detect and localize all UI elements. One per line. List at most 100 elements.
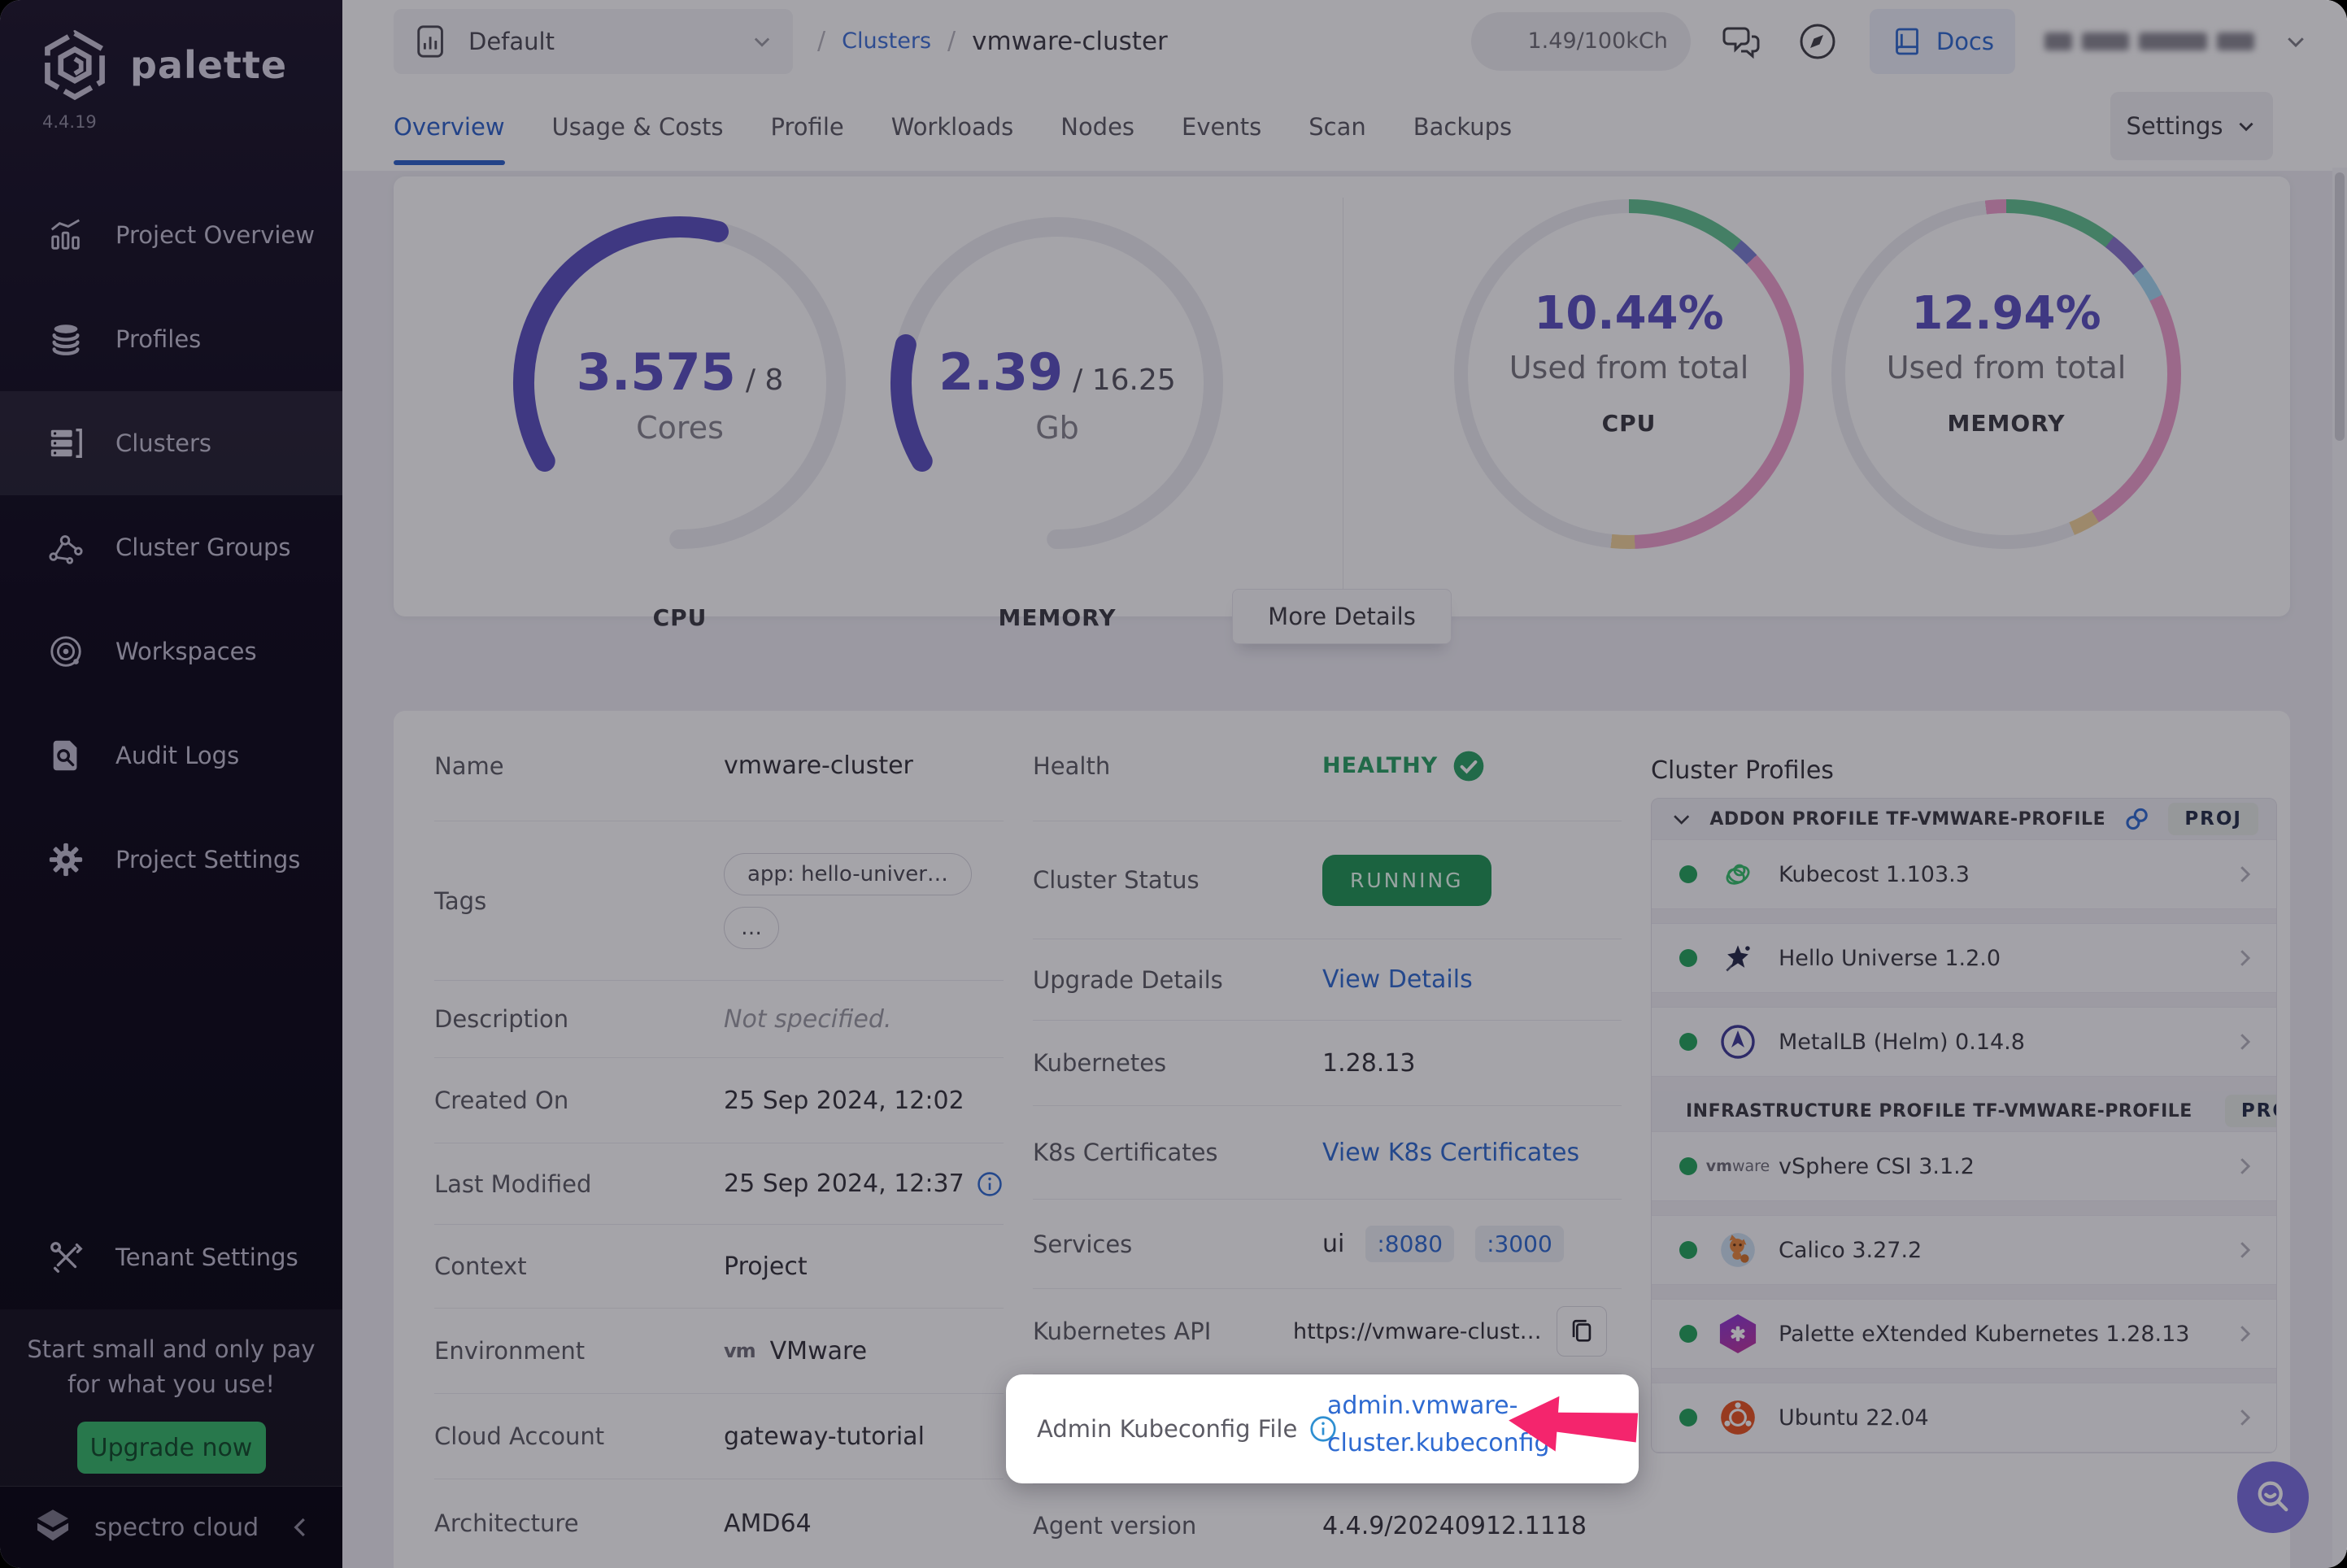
sidebar-item-label: Project Overview [115, 221, 315, 249]
status-dot [1679, 1241, 1697, 1259]
metallb-icon [1717, 1021, 1759, 1063]
tab-overview[interactable]: Overview [394, 82, 505, 171]
sidebar-item-tenant-settings[interactable]: Tenant Settings [0, 1205, 342, 1309]
collapse-sidebar-icon[interactable] [289, 1515, 313, 1540]
tools-icon [50, 1242, 83, 1273]
more-details-button[interactable]: More Details [1232, 589, 1452, 644]
sidebar: palette 4.4.19 Project Overview Profiles [0, 0, 342, 1568]
tab-profile[interactable]: Profile [771, 82, 844, 171]
ubuntu-icon [1717, 1396, 1759, 1439]
tab-nodes[interactable]: Nodes [1060, 82, 1134, 171]
tab-usage-costs[interactable]: Usage & Costs [552, 82, 724, 171]
profile-layer-ubuntu[interactable]: Ubuntu 22.04 [1652, 1383, 2276, 1453]
help-search-fab[interactable] [2237, 1461, 2309, 1533]
cpu-used-percent: 10.44% [1534, 287, 1724, 340]
last-modified-info-icon[interactable] [976, 1170, 1004, 1198]
infrastructure-profile-header[interactable]: INFRASTRUCTURE PROFILE TF-VMWARE-PROFILE… [1652, 1091, 2276, 1131]
cluster-name-value: vmware-cluster [724, 751, 913, 780]
detail-row-cloud-account: Cloud Account gateway-tutorial [434, 1394, 1004, 1479]
profile-layer-palette-extended-kubernetes[interactable]: Palette eXtended Kubernetes 1.28.13 [1652, 1299, 2276, 1369]
profile-layer-calico[interactable]: Calico 3.27.2 [1652, 1215, 2276, 1285]
audit-logs-icon [53, 740, 77, 771]
explore-button[interactable] [1795, 19, 1840, 64]
link-icon[interactable] [2122, 804, 2152, 834]
infrastructure-profile-name: INFRASTRUCTURE PROFILE TF-VMWARE-PROFILE [1686, 1100, 2192, 1122]
addon-profile-header[interactable]: ADDON PROFILE TF-VMWARE-PROFILE PROJ [1652, 799, 2276, 839]
tags-overflow-chip[interactable]: … [724, 906, 779, 949]
breadcrumb-separator: / [817, 27, 826, 55]
cpu-used-value: 3.575 [576, 342, 736, 402]
sidebar-item-label: Cluster Groups [115, 534, 291, 561]
feedback-button[interactable] [1720, 19, 1766, 64]
sidebar-item-label: Profiles [115, 325, 202, 353]
sidebar-item-clusters[interactable]: Clusters [0, 391, 342, 495]
calico-icon [1717, 1229, 1759, 1271]
project-scope-selector[interactable]: Default [394, 8, 793, 74]
topbar-right: 1.49/100kCh Docs [1470, 8, 2308, 74]
cpu-donut-caption: Used from total [1509, 350, 1749, 385]
chevron-down-icon [1674, 815, 1690, 825]
breadcrumb-clusters-link[interactable]: Clusters [842, 28, 931, 54]
cpu-total-value: / 8 [745, 363, 784, 397]
profiles-icon [52, 324, 80, 355]
cluster-profiles-panel: ADDON PROFILE TF-VMWARE-PROFILE PROJ Kub… [1651, 798, 2277, 1453]
topbar: Default / Clusters / vmware-cluster 1.49… [342, 0, 2347, 82]
sidebar-item-audit-logs[interactable]: Audit Logs [0, 703, 342, 808]
profile-layer-vsphere-csi[interactable]: vmware vSphere CSI 3.1.2 [1652, 1131, 2276, 1201]
detail-row-tags: Tags app: hello-univer… … [434, 821, 1004, 981]
tab-events[interactable]: Events [1182, 82, 1261, 171]
profile-layer-hello-universe[interactable]: Hello Universe 1.2.0 [1652, 923, 2276, 993]
page-scrollbar[interactable] [2332, 168, 2347, 1568]
scrollbar-thumb[interactable] [2335, 172, 2345, 441]
tab-scan[interactable]: Scan [1308, 82, 1366, 171]
tag-chip[interactable]: app: hello-univer… [724, 852, 972, 895]
sidebar-nav: Project Overview Profiles Clusters Clust… [0, 183, 342, 912]
service-port-link-3000[interactable]: :3000 [1475, 1226, 1564, 1262]
service-port-link-8080[interactable]: :8080 [1365, 1226, 1455, 1262]
tab-workloads[interactable]: Workloads [891, 82, 1014, 171]
status-dot [1679, 1409, 1697, 1426]
status-dot [1679, 1325, 1697, 1343]
docs-button[interactable]: Docs [1869, 8, 2015, 74]
palette-logo-icon [45, 29, 105, 101]
settings-button[interactable]: Settings [2110, 92, 2273, 160]
footer-brand: spectro cloud [94, 1513, 259, 1542]
created-on-value: 25 Sep 2024, 12:02 [724, 1086, 964, 1115]
search-smile-icon [2258, 1481, 2288, 1512]
tab-backups[interactable]: Backups [1413, 82, 1512, 171]
sidebar-item-label: Audit Logs [115, 742, 240, 769]
health-value: HEALTHY [1322, 753, 1439, 778]
redacted-username [2044, 32, 2254, 50]
admin-kubeconfig-label: Admin Kubeconfig File [1037, 1415, 1298, 1443]
workspaces-icon [50, 636, 81, 667]
sidebar-item-project-settings[interactable]: Project Settings [0, 808, 342, 912]
copy-api-url-button[interactable] [1556, 1306, 1607, 1357]
scope-badge: PROJ [2224, 1095, 2276, 1127]
sidebar-item-label: Clusters [115, 429, 212, 457]
vmware-icon: vmware [1705, 1157, 1770, 1175]
sidebar-item-project-overview[interactable]: Project Overview [0, 183, 342, 287]
detail-row-description: Description Not specified. [434, 981, 1004, 1058]
profile-layer-metallb[interactable]: MetalLB (Helm) 0.14.8 [1652, 1007, 2276, 1077]
description-value: Not specified. [724, 1004, 892, 1034]
app-logo: palette [0, 0, 342, 102]
view-details-link[interactable]: View Details [1322, 965, 1473, 994]
chevron-down-icon [2239, 122, 2254, 132]
status-dot [1679, 1157, 1697, 1175]
sidebar-item-profiles[interactable]: Profiles [0, 287, 342, 391]
sidebar-item-label: Project Settings [115, 846, 301, 873]
detail-row-name: Name vmware-cluster [434, 711, 1004, 821]
chevron-right-icon [2240, 866, 2251, 882]
memory-total-donut: 12.94% Used from total MEMORY [1831, 199, 2181, 549]
profile-layer-kubecost[interactable]: Kubecost 1.103.3 [1652, 839, 2276, 909]
detail-row-services: Services ui :8080 :3000 [1033, 1200, 1622, 1289]
view-k8s-certificates-link[interactable]: View K8s Certificates [1322, 1139, 1579, 1167]
upgrade-promo: Start small and only pay for what you us… [0, 1309, 342, 1486]
sidebar-item-cluster-groups[interactable]: Cluster Groups [0, 495, 342, 599]
hello-universe-icon [1717, 937, 1759, 979]
user-menu-chevron-icon[interactable] [2284, 29, 2308, 54]
upgrade-now-button[interactable]: Upgrade now [76, 1422, 266, 1474]
app-version: 4.4.19 [42, 112, 97, 132]
sidebar-item-workspaces[interactable]: Workspaces [0, 599, 342, 703]
environment-value: VMware [769, 1336, 868, 1365]
